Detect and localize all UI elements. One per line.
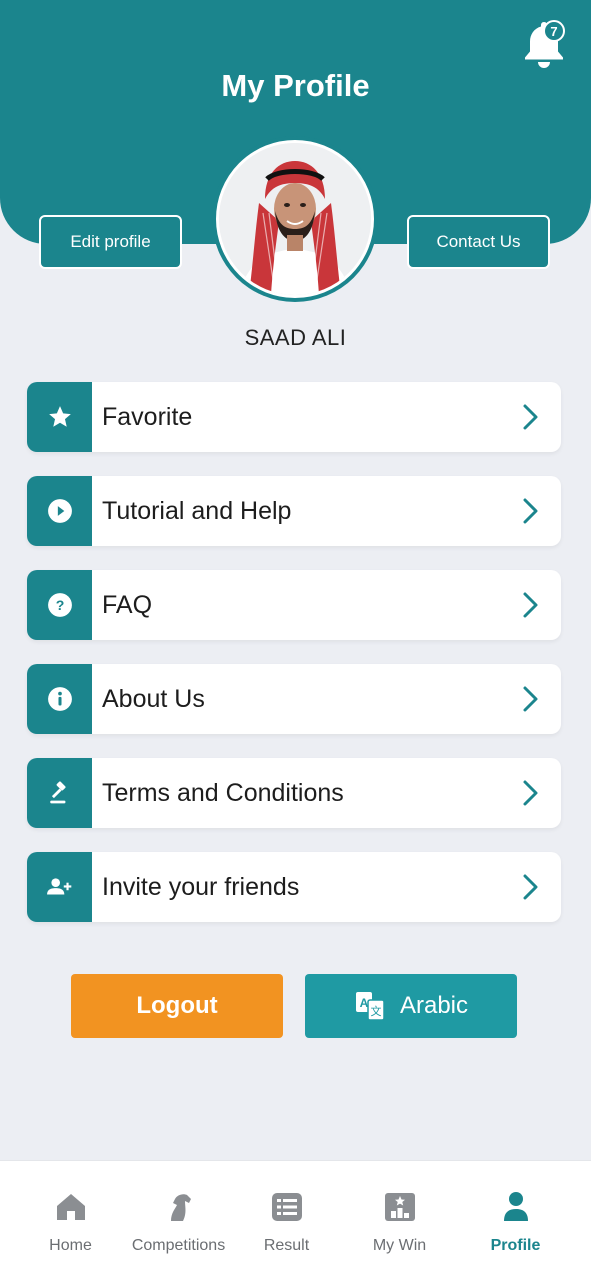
nav-label: Home xyxy=(49,1237,92,1254)
user-plus-icon xyxy=(27,852,92,922)
chevron-right-icon xyxy=(501,476,561,546)
play-circle-icon xyxy=(27,476,92,546)
chevron-right-icon xyxy=(501,852,561,922)
chevron-right-icon xyxy=(501,382,561,452)
svg-text:?: ? xyxy=(55,597,64,613)
logout-button[interactable]: Logout xyxy=(71,974,283,1038)
menu-item-terms[interactable]: Terms and Conditions xyxy=(27,758,561,828)
menu-item-favorite[interactable]: Favorite xyxy=(27,382,561,452)
menu-item-invite-friends[interactable]: Invite your friends xyxy=(27,852,561,922)
avatar-photo xyxy=(219,143,371,295)
menu-label: Tutorial and Help xyxy=(102,496,292,525)
menu-label: Invite your friends xyxy=(102,872,300,901)
menu-item-tutorial-help[interactable]: Tutorial and Help xyxy=(27,476,561,546)
list-icon xyxy=(269,1189,305,1225)
nav-home[interactable]: Home xyxy=(13,1161,128,1280)
translate-icon: A 文 xyxy=(355,992,385,1021)
nav-result[interactable]: Result xyxy=(229,1161,344,1280)
gavel-icon xyxy=(27,758,92,828)
chevron-right-icon xyxy=(501,664,561,734)
nav-label: Result xyxy=(263,1237,310,1254)
nav-profile[interactable]: Profile xyxy=(458,1161,573,1280)
user-name: SAAD ALI xyxy=(244,325,347,350)
person-icon xyxy=(498,1189,534,1225)
bottom-nav: Home Competitions Result My Win Profile xyxy=(0,1160,591,1280)
horse-icon xyxy=(161,1189,197,1225)
nav-label: My Win xyxy=(372,1237,427,1254)
avatar[interactable] xyxy=(212,136,378,302)
question-circle-icon: ? xyxy=(27,570,92,640)
chevron-right-icon xyxy=(501,758,561,828)
menu-item-about-us[interactable]: About Us xyxy=(27,664,561,734)
menu-label: About Us xyxy=(102,684,205,713)
home-icon xyxy=(53,1189,89,1225)
info-circle-icon xyxy=(27,664,92,734)
menu-label: FAQ xyxy=(102,590,153,619)
language-button[interactable]: A 文 Arabic xyxy=(305,974,517,1038)
star-icon xyxy=(27,382,92,452)
nav-label: Competitions xyxy=(131,1237,226,1254)
language-label: Arabic xyxy=(399,992,469,1019)
svg-text:文: 文 xyxy=(370,1004,381,1018)
contact-us-button[interactable]: Contact Us xyxy=(407,215,550,269)
menu-item-faq[interactable]: ? FAQ xyxy=(27,570,561,640)
edit-profile-button[interactable]: Edit profile xyxy=(39,215,182,269)
nav-label: Profile xyxy=(490,1237,541,1254)
menu-label: Favorite xyxy=(102,402,193,431)
chevron-right-icon xyxy=(501,570,561,640)
trophy-board-icon xyxy=(382,1189,418,1225)
nav-my-win[interactable]: My Win xyxy=(342,1161,457,1280)
menu-label: Terms and Conditions xyxy=(102,778,344,807)
nav-competitions[interactable]: Competitions xyxy=(121,1161,236,1280)
notification-badge: 7 xyxy=(543,20,565,42)
page-title: My Profile xyxy=(221,68,370,103)
